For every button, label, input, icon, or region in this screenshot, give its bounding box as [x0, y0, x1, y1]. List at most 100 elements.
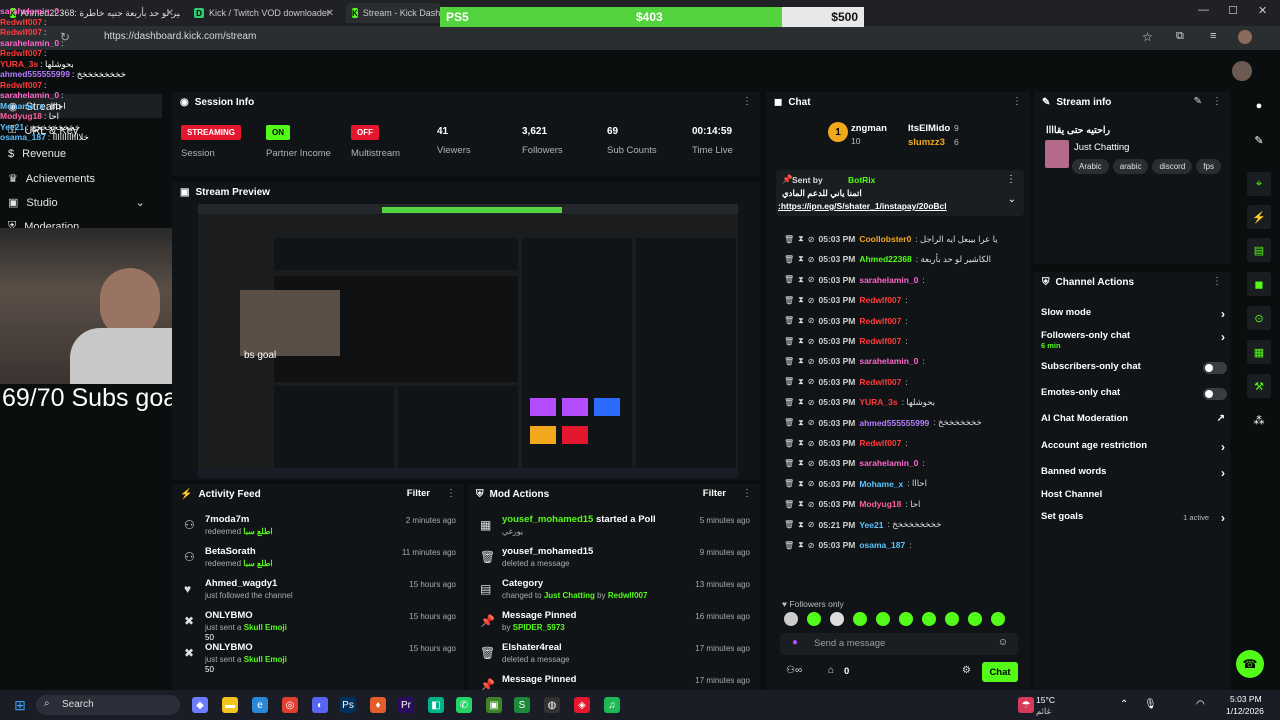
more-icon[interactable]: ⋮ [742, 96, 752, 107]
capcut-icon[interactable]: ◧ [428, 697, 444, 713]
ban-icon[interactable]: ⊘ [808, 459, 815, 468]
support-button[interactable]: ☎ [1236, 650, 1264, 678]
pinned-link[interactable]: :https://ipn.eg/S/shater_1/instapay/20oB… [778, 201, 947, 211]
leader-name[interactable]: ItsElMido [908, 123, 950, 134]
trash-icon[interactable]: 🗑 [784, 459, 794, 468]
trash-icon[interactable]: 🗑 [784, 275, 794, 284]
filter-button[interactable]: Filter [703, 488, 726, 499]
chevron-down-icon[interactable]: ⌄ [1008, 194, 1016, 205]
chat-message[interactable]: 🗑 ⧗ ⊘ 05:03 PM Coollobster0: يا عرا بيبعل اي… [784, 230, 1028, 248]
leader-name[interactable]: zngman [851, 123, 887, 134]
timeout-icon[interactable]: ⧗ [798, 234, 804, 244]
chat-username[interactable]: Redwlf007 [859, 336, 901, 346]
mod-action-item[interactable]: ▦ yousef_mohamed15 started a Poll يورغي 5 m… [476, 514, 756, 546]
tag[interactable]: Arabic [1072, 159, 1109, 174]
file-explorer-icon[interactable]: ▬ [222, 697, 238, 713]
chrome-icon[interactable]: ◎ [282, 697, 298, 713]
trash-icon[interactable]: 🗑 [784, 439, 794, 448]
obs-icon[interactable]: ◍ [544, 697, 560, 713]
close-icon[interactable]: ✕ [326, 8, 334, 19]
activity-user[interactable]: BetaSorath [205, 546, 256, 557]
nav-revenue[interactable]: $ Revenue [8, 148, 66, 160]
copilot-icon[interactable]: ◆ [192, 697, 208, 713]
timeout-icon[interactable]: ⧗ [798, 418, 804, 428]
chat-message[interactable]: 🗑 ⧗ ⊘ 05:03 PM Modyug18: احا [784, 495, 1028, 513]
emote-icon[interactable] [899, 612, 913, 626]
timeout-icon[interactable]: ⧗ [798, 520, 804, 530]
trash-icon[interactable]: 🗑 [784, 398, 794, 407]
browser-tab[interactable]: D Kick / Twitch VOD downloader ✕ [188, 3, 340, 23]
ban-icon[interactable]: ⊘ [808, 255, 815, 264]
ban-icon[interactable]: ⊘ [808, 418, 815, 427]
toggle-switch[interactable] [1203, 388, 1227, 400]
chat-message[interactable]: 🗑 ⧗ ⊘ 05:03 PM Ahmed22368: الكاشير لو حد بأر… [784, 250, 1028, 268]
timeout-icon[interactable]: ⧗ [798, 254, 804, 264]
chat-username[interactable]: ahmed555555999 [859, 418, 929, 428]
trash-icon[interactable]: 🗑 [784, 316, 794, 325]
channel-action-account-age-restriction[interactable]: Account age restriction › [1041, 440, 1229, 462]
taskbar-search[interactable]: ⌕ Search [36, 695, 180, 715]
extensions-icon[interactable]: ⧉ [1176, 30, 1184, 43]
activity-user[interactable]: 7moda7m [205, 514, 249, 525]
discord-icon[interactable]: ◐ [312, 697, 328, 713]
browser-tab-active[interactable]: K Stream - Kick Dashboard [346, 3, 442, 23]
chat-message[interactable]: 🗑 ⧗ ⊘ 05:21 PM Yee21: خخخخخخخخخ [784, 516, 1028, 534]
trash-icon[interactable]: 🗑 [784, 357, 794, 366]
tag[interactable]: arabic [1112, 159, 1149, 174]
timeout-icon[interactable]: ⧗ [798, 377, 804, 387]
pinned-message[interactable]: 📌 Sent by BotRix اتمنا ياني للدعم المادي… [776, 170, 1024, 216]
activity-item[interactable]: ⚇ BetaSorath redeemed اطلع سبا 11 minutes a… [180, 546, 460, 578]
timeout-icon[interactable]: ⧗ [798, 336, 804, 346]
chat-message[interactable]: 🗑 ⧗ ⊘ 05:03 PM sarahelamin_0: [784, 352, 1028, 370]
app-icon[interactable]: ◈ [574, 697, 590, 713]
ban-icon[interactable]: ⊘ [808, 316, 815, 325]
chat-message[interactable]: 🗑 ⧗ ⊘ 05:03 PM Redwlf007: [784, 312, 1028, 330]
more-icon[interactable]: ⋮ [1012, 96, 1022, 107]
layout-icon[interactable]: ▦ [1247, 340, 1271, 364]
nav-studio[interactable]: ▣ Studio ⌄ [8, 196, 145, 210]
channel-action-slow-mode[interactable]: Slow mode › [1041, 307, 1229, 329]
chat-message[interactable]: 🗑 ⧗ ⊘ 05:03 PM ahmed555555999: خخخخخخخخ [784, 414, 1028, 432]
radio-icon[interactable]: ⊙ [1247, 306, 1271, 330]
activity-user[interactable]: Ahmed_wagdy1 [205, 578, 277, 589]
chat-username[interactable]: Mohame_x [859, 479, 903, 489]
more-icon[interactable]: ⋮ [742, 488, 752, 499]
edge-icon[interactable]: e [252, 697, 268, 713]
activity-item[interactable]: ✖ ONLYBMO just sent a Skull Emoji 50 15 hour… [180, 610, 460, 642]
chat-username[interactable]: Yee21 [859, 520, 883, 530]
ban-icon[interactable]: ⊘ [808, 439, 815, 448]
activity-item[interactable]: ⚇ 7moda7m redeemed اطلع سبا 2 minutes ago [180, 514, 460, 546]
timeout-icon[interactable]: ⧗ [798, 356, 804, 366]
chat-message[interactable]: 🗑 ⧗ ⊘ 05:03 PM Redwlf007: [784, 291, 1028, 309]
trash-icon[interactable]: 🗑 [784, 377, 794, 386]
close-icon[interactable]: ✕ [166, 8, 174, 19]
chat-message[interactable]: 🗑 ⧗ ⊘ 05:03 PM Redwlf007: [784, 332, 1028, 350]
emote-icon[interactable] [876, 612, 890, 626]
timeout-icon[interactable]: ⧗ [798, 438, 804, 448]
channel-action-ai-chat-moderation[interactable]: AI Chat Moderation ↗ [1041, 413, 1229, 435]
share-icon[interactable]: ⁂ [1247, 408, 1271, 432]
chat-username[interactable]: sarahelamin_0 [859, 356, 918, 366]
nav-achievements[interactable]: ♛ Achievements [8, 172, 95, 186]
stream-preview-video[interactable]: bs goal [198, 204, 738, 478]
channel-action-subscribers-only-chat[interactable]: Subscribers-only chat [1041, 361, 1229, 383]
mod-user[interactable]: yousef_mohamed15 [502, 514, 593, 525]
toggle-switch[interactable] [1203, 362, 1227, 374]
chat-username[interactable]: Modyug18 [859, 499, 901, 509]
chat-username[interactable]: Redwlf007 [859, 377, 901, 387]
trash-icon[interactable]: 🗑 [784, 479, 794, 488]
activity-item[interactable]: ✖ ONLYBMO just sent a Skull Emoji 50 15 hour… [180, 642, 460, 674]
timeout-icon[interactable]: ⧗ [798, 540, 804, 550]
trash-icon[interactable]: 🗑 [784, 418, 794, 427]
camera-icon[interactable]: ⌖ [1247, 172, 1271, 196]
maximize-icon[interactable]: ☐ [1228, 4, 1238, 17]
chat-username[interactable]: Redwlf007 [859, 295, 901, 305]
mod-action-item[interactable]: ▤ Category changed to Just Chatting by Red… [476, 578, 756, 610]
profile-avatar[interactable] [1238, 30, 1252, 44]
ban-icon[interactable]: ⊘ [808, 296, 815, 305]
brave-icon[interactable]: ♦ [370, 697, 386, 713]
chevron-up-icon[interactable]: ⌃ [1120, 699, 1128, 710]
chat-username[interactable]: Coollobster0 [859, 234, 911, 244]
ban-icon[interactable]: ⊘ [808, 500, 815, 509]
more-icon[interactable]: ⋮ [1212, 96, 1222, 107]
